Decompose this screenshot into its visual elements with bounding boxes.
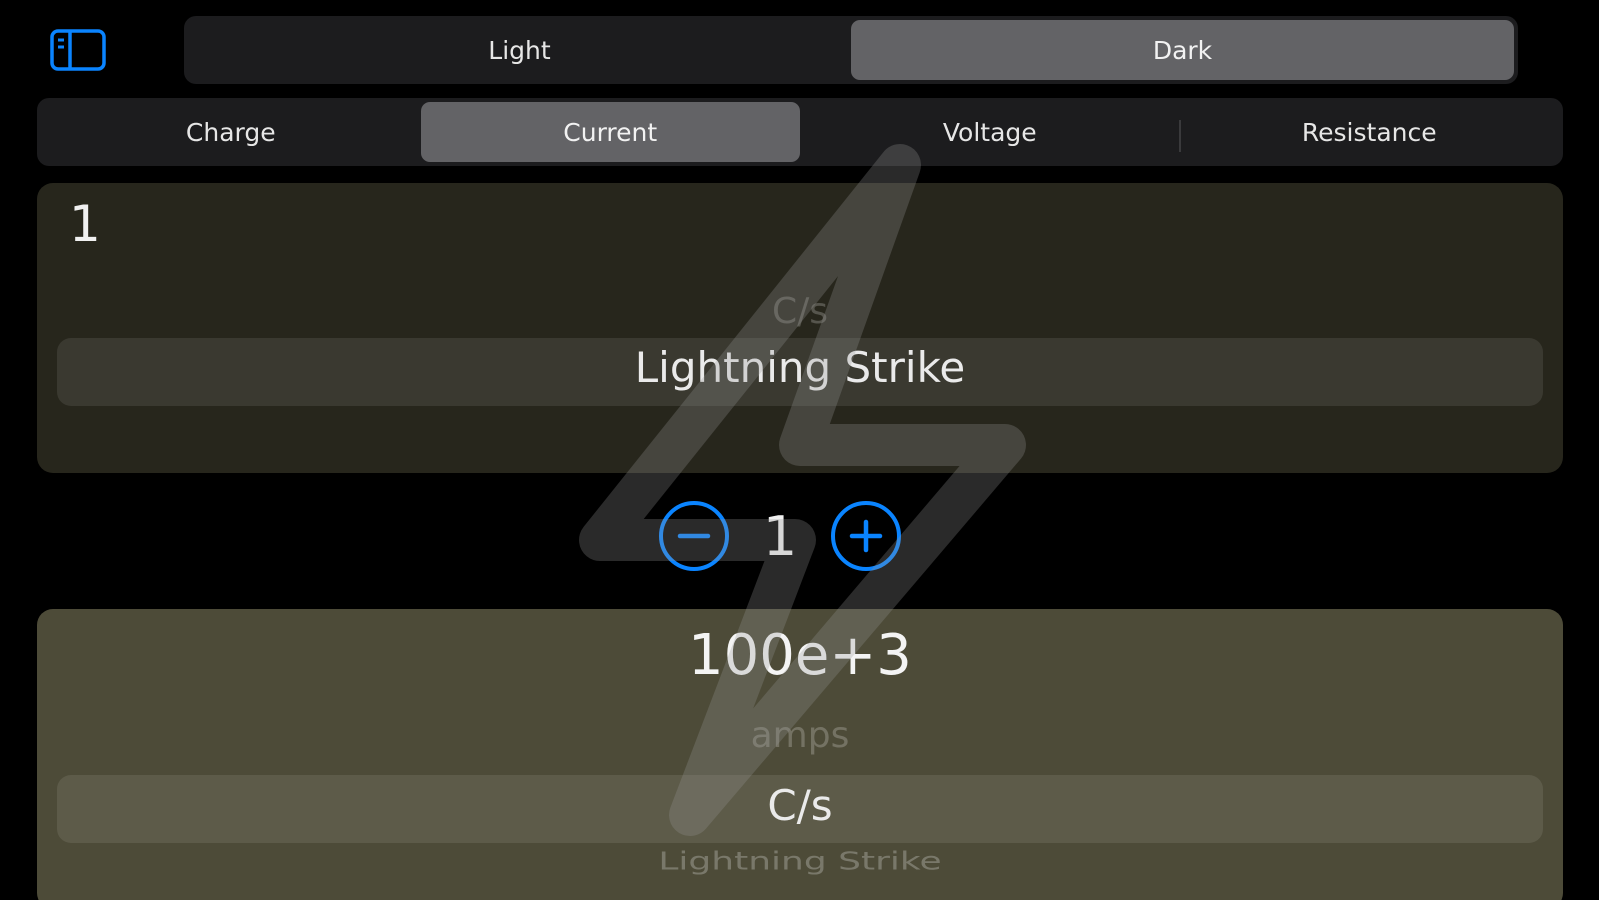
- stepper-value: 1: [762, 504, 798, 568]
- segment-voltage-label: Voltage: [942, 117, 1037, 147]
- segment-light[interactable]: Light: [188, 20, 851, 80]
- segment-charge[interactable]: Charge: [41, 102, 421, 162]
- segment-voltage[interactable]: Voltage: [800, 102, 1181, 162]
- app-window: Light Dark Charge Current Voltage Resist…: [0, 0, 1599, 900]
- output-picker-row-above[interactable]: amps: [37, 715, 1563, 756]
- input-picker-row-selected[interactable]: Lightning Strike: [37, 343, 1563, 392]
- output-panel: 100e+3 amps C/s Lightning Strike: [37, 609, 1563, 900]
- output-picker-row-below[interactable]: Lightning Strike: [37, 847, 1563, 876]
- output-picker-row-selected[interactable]: C/s: [37, 781, 1563, 830]
- output-value: 100e+3: [688, 623, 912, 688]
- input-value-field[interactable]: 1: [69, 195, 101, 253]
- plus-circle-icon[interactable]: [830, 500, 902, 572]
- input-panel: 1 C/s Lightning Strike: [37, 183, 1563, 473]
- segment-dark[interactable]: Dark: [851, 20, 1514, 80]
- sidebar-toggle-button[interactable]: [50, 28, 106, 72]
- segment-current[interactable]: Current: [420, 102, 800, 162]
- sidebar-toggle-icon: [50, 29, 106, 71]
- quantity-stepper: 1: [658, 500, 902, 572]
- minus-circle-icon[interactable]: [658, 500, 730, 572]
- segment-resistance[interactable]: Resistance: [1180, 102, 1560, 162]
- theme-segmented-control: Light Dark: [184, 16, 1518, 84]
- input-picker-row-above[interactable]: C/s: [37, 291, 1563, 332]
- quantity-segmented-control: Charge Current Voltage Resistance: [37, 98, 1563, 166]
